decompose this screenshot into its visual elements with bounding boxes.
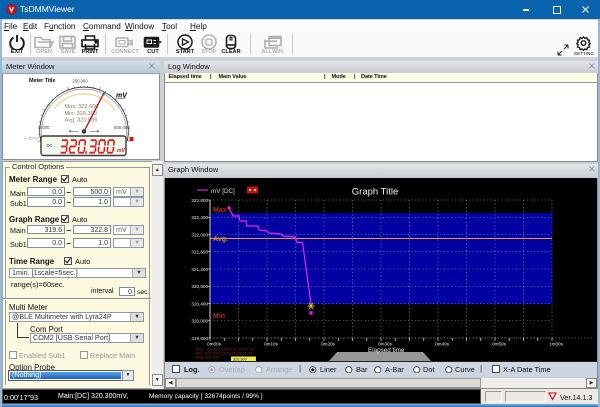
svg-text:321,200: 321,200 bbox=[191, 267, 208, 272]
svg-text:Elapsed time: Elapsed time bbox=[368, 347, 405, 354]
svg-text:0m30s: 0m30s bbox=[378, 342, 392, 347]
svg-text:Min: Min bbox=[213, 313, 225, 320]
svg-text:Avg: 321.935: Avg: 321.935 bbox=[196, 355, 220, 360]
svg-text:500.000: 500.000 bbox=[114, 125, 130, 130]
svg-text:Max: 322.600: Max: 322.600 bbox=[65, 104, 99, 110]
svg-text:0m50s: 0m50s bbox=[492, 342, 506, 347]
svg-text:320,800: 320,800 bbox=[191, 284, 208, 289]
svg-text:A.ZERO: A.ZERO bbox=[24, 136, 39, 141]
svg-text:mV [DC]: mV [DC] bbox=[211, 188, 235, 195]
svg-text:0.000: 0.000 bbox=[39, 125, 51, 130]
svg-text:320.300: 320.300 bbox=[233, 358, 247, 362]
svg-text:Avg.: Avg. bbox=[213, 236, 228, 243]
svg-text:0m20s: 0m20s bbox=[321, 342, 335, 347]
svg-text:321,600: 321,600 bbox=[191, 250, 208, 255]
svg-text:320,000: 320,000 bbox=[191, 319, 208, 324]
svg-text:Graph Title: Graph Title bbox=[352, 187, 398, 198]
svg-text:319,600: 319,600 bbox=[191, 336, 208, 341]
svg-text:322,000: 322,000 bbox=[191, 232, 208, 237]
svg-text:0m10s: 0m10s bbox=[264, 342, 278, 347]
svg-text:320,400: 320,400 bbox=[191, 301, 208, 306]
svg-text:1m00s: 1m00s bbox=[549, 342, 563, 347]
svg-text:Avg: 321.935: Avg: 321.935 bbox=[65, 118, 98, 124]
svg-text:Max: Max bbox=[213, 207, 227, 214]
svg-text:322,400: 322,400 bbox=[191, 215, 208, 220]
svg-text:322,800: 322,800 bbox=[191, 198, 208, 203]
svg-text:DC: DC bbox=[47, 143, 53, 148]
svg-text:0m40s: 0m40s bbox=[435, 342, 449, 347]
svg-text:mV: mV bbox=[117, 148, 125, 154]
svg-text:250.000: 250.000 bbox=[72, 78, 88, 83]
